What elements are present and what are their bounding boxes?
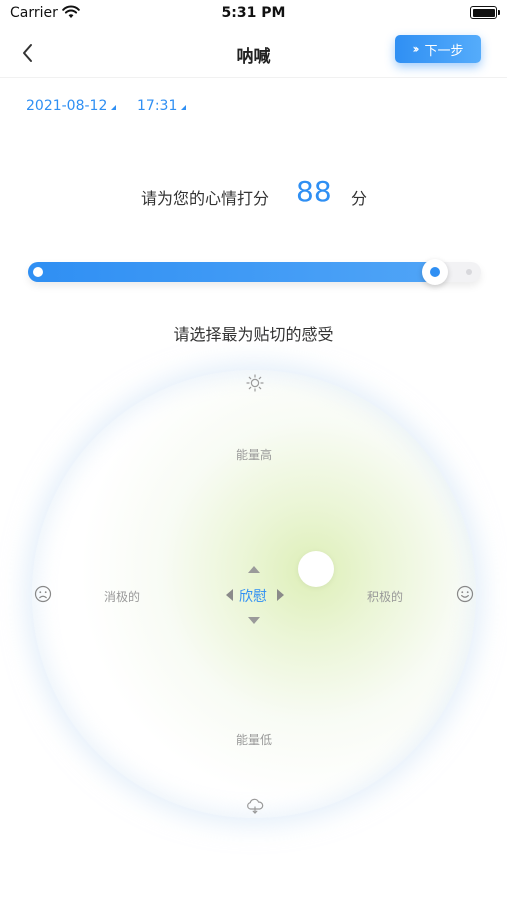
sad-face-icon [34,585,52,603]
slider-fill [28,262,437,282]
negative-label: 消极的 [104,590,141,604]
date-value: 2021-08-12 [26,98,108,114]
status-bar: Carrier 5:31 PM [0,0,507,28]
time-picker[interactable]: 17:31 [137,98,187,114]
score-prompt: 请为您的心情打分 [141,189,270,208]
energy-high-label: 能量高 [236,448,273,462]
arrow-up-icon[interactable] [248,566,260,573]
cloud-icon [247,798,264,814]
date-picker[interactable]: 2021-08-12 [26,98,117,114]
score-value: 88 [296,175,332,208]
arrow-down-icon[interactable] [248,617,260,624]
arrow-left-icon[interactable] [226,589,233,601]
next-step-button[interactable]: ›› 下一步 [395,35,481,63]
score-row: 请为您的心情打分 88 分 [0,175,507,215]
slider-start-dot [33,267,43,277]
double-chevron-right-icon: ›› [412,42,420,56]
slider-thumb[interactable] [421,259,448,285]
navigation-bar: 呐喊 ›› 下一步 [0,28,507,78]
score-unit: 分 [351,189,368,208]
score-slider[interactable] [28,259,481,285]
happy-face-icon [456,585,474,603]
battery-icon [470,6,500,19]
time-value: 17:31 [137,98,178,114]
feeling-prompt: 请选择最为贴切的感受 [173,325,334,344]
slider-end-dot [466,269,472,275]
arrow-right-icon[interactable] [277,589,284,601]
mood-selector-knob[interactable] [298,551,334,587]
energy-low-label: 能量低 [236,733,273,747]
current-mood-label: 欣慰 [239,589,267,605]
positive-label: 积极的 [367,590,404,604]
sun-icon [246,374,264,392]
dropdown-corner-icon [111,105,117,110]
next-step-label: 下一步 [424,43,464,59]
status-time: 5:31 PM [221,5,286,21]
dropdown-corner-icon [181,105,187,110]
